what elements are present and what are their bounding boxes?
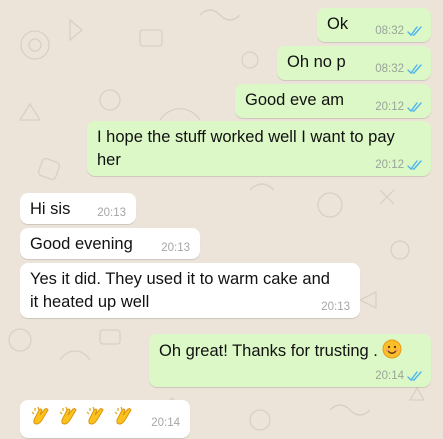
double-check-icon bbox=[407, 159, 422, 170]
message-meta: 20:14 bbox=[151, 416, 180, 430]
message-meta: 08:32 bbox=[375, 62, 423, 76]
message-meta: 20:12 bbox=[375, 100, 423, 114]
message-text: Oh no p bbox=[287, 53, 346, 71]
message-meta: 20:13 bbox=[161, 241, 190, 255]
message-outgoing[interactable]: I hope the stuff worked well I want to p… bbox=[87, 121, 431, 176]
message-text: Ok bbox=[327, 15, 349, 33]
message-text: Good eve am bbox=[245, 91, 345, 109]
message-outgoing[interactable]: Oh great! Thanks for trusting . 20:14 bbox=[149, 334, 431, 387]
message-time: 08:32 bbox=[375, 63, 404, 75]
message-time: 20:12 bbox=[375, 159, 404, 171]
double-check-icon bbox=[407, 63, 422, 74]
message-time: 20:14 bbox=[151, 417, 180, 429]
message-text: I hope the stuff worked well I want to p… bbox=[97, 128, 395, 169]
message-outgoing[interactable]: Ok 08:32 bbox=[317, 8, 431, 42]
message-outgoing[interactable]: Good eve am 20:12 bbox=[235, 84, 431, 118]
message-text: Yes it did. They used it to warm cake an… bbox=[30, 270, 330, 311]
clapping-hands-emoji-group bbox=[30, 406, 136, 428]
clapping-hands-emoji bbox=[114, 406, 132, 425]
message-time: 20:13 bbox=[321, 301, 350, 313]
message-incoming[interactable]: Hi sis 20:13 bbox=[20, 193, 136, 224]
double-check-icon bbox=[407, 25, 422, 36]
message-time: 20:13 bbox=[161, 242, 190, 254]
message-time: 20:12 bbox=[375, 101, 404, 113]
message-time: 20:14 bbox=[375, 370, 404, 382]
message-meta: 08:32 bbox=[375, 24, 423, 38]
message-text: Oh great! Thanks for trusting . bbox=[159, 342, 378, 360]
message-text: Good evening bbox=[30, 235, 133, 253]
message-meta: 20:14 bbox=[375, 369, 423, 383]
clapping-hands-emoji bbox=[31, 406, 49, 425]
message-time: 20:13 bbox=[97, 207, 126, 219]
message-incoming[interactable]: Yes it did. They used it to warm cake an… bbox=[20, 263, 360, 318]
smiling-face-emoji bbox=[382, 339, 402, 359]
clapping-hands-emoji bbox=[86, 406, 104, 425]
message-incoming[interactable]: 20:14 bbox=[20, 400, 190, 438]
double-check-icon bbox=[407, 101, 422, 112]
message-meta: 20:12 bbox=[375, 158, 423, 172]
chat-area[interactable]: Ok 08:32 Oh no p 08:32 Good eve am 20:12… bbox=[0, 0, 443, 439]
message-incoming[interactable]: Good evening 20:13 bbox=[20, 228, 200, 259]
clapping-hands-emoji bbox=[59, 406, 77, 425]
message-text: Hi sis bbox=[30, 200, 71, 218]
message-outgoing[interactable]: Oh no p 08:32 bbox=[277, 46, 431, 80]
message-time: 08:32 bbox=[375, 25, 404, 37]
message-meta: 20:13 bbox=[321, 300, 350, 314]
double-check-icon bbox=[407, 370, 422, 381]
message-content: Oh great! Thanks for trusting . bbox=[159, 339, 423, 363]
message-meta: 20:13 bbox=[97, 206, 126, 220]
